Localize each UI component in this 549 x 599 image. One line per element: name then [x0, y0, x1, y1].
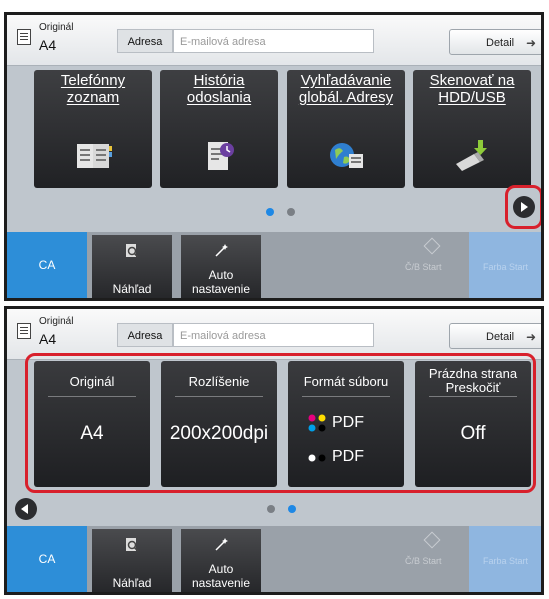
- bottom-action-bar: CA Náhľad Auto nastavenie Č/B Start Farba…: [7, 232, 541, 298]
- tile-scan-to-hdd-usb[interactable]: Skenovať na HDD/USB: [413, 70, 531, 188]
- header-bar: Originál A4 Adresa E-mailová adresa Deta…: [7, 15, 541, 66]
- tile-global-address-search[interactable]: Vyhľadávanie globál. Adresy: [287, 70, 405, 188]
- copy-settings-screen: Originál A4 Adresa E-mailová adresa Deta…: [4, 306, 544, 595]
- setting-label: Rozlíšenie: [188, 374, 250, 389]
- setting-original[interactable]: Originál A4: [34, 361, 150, 487]
- setting-label: Formát súboru: [303, 374, 389, 389]
- setting-label: Prázdna strana Preskočiť: [428, 366, 518, 395]
- address-label[interactable]: Adresa: [117, 323, 173, 347]
- next-page-icon[interactable]: [513, 196, 535, 218]
- color-start-label: Farba Start: [483, 262, 529, 272]
- original-value[interactable]: A4: [39, 37, 56, 53]
- auto-setting-label: Auto nastavenie: [191, 562, 251, 590]
- original-label: Originál: [39, 22, 74, 33]
- divider: [175, 396, 263, 397]
- magic-wand-icon: [215, 538, 228, 551]
- magic-wand-icon: [215, 244, 228, 257]
- copy-home-screen: Originál A4 Adresa E-mailová adresa Deta…: [4, 12, 544, 301]
- setting-resolution[interactable]: Rozlíšenie 200x200dpi: [161, 361, 277, 487]
- setting-value: 200x200dpi: [169, 423, 269, 444]
- tile-label: Skenovať na HDD/USB: [429, 72, 515, 106]
- color-dots-icon: [308, 414, 326, 432]
- page-dot[interactable]: [287, 208, 295, 216]
- color-start-button[interactable]: Farba Start: [469, 232, 541, 298]
- auto-setting-button[interactable]: Auto nastavenie: [181, 529, 261, 592]
- setting-label: Originál: [69, 374, 115, 389]
- bottom-action-bar: CA Náhľad Auto nastavenie Č/B Start Farba…: [7, 526, 541, 592]
- setting-file-format[interactable]: Formát súboru PDF PDF: [288, 361, 404, 487]
- address-book-icon: [77, 144, 112, 168]
- page-dot-active[interactable]: [288, 505, 296, 513]
- auto-setting-button[interactable]: Auto nastavenie: [181, 235, 261, 298]
- detail-label: Detail: [486, 37, 515, 49]
- preview-icon: [126, 538, 139, 552]
- previous-page-icon[interactable]: [15, 498, 37, 520]
- tile-label: História odoslania: [186, 72, 252, 106]
- detail-label: Detail: [486, 331, 515, 343]
- divider: [302, 396, 390, 397]
- email-address-input[interactable]: E-mailová adresa: [173, 323, 374, 347]
- auto-setting-label: Auto nastavenie: [191, 268, 251, 296]
- bw-start-label: Č/B Start: [405, 556, 442, 566]
- global-search-icon: [330, 143, 363, 168]
- divider: [429, 396, 517, 397]
- preview-label: Náhľad: [112, 576, 152, 590]
- color-start-button[interactable]: Farba Start: [469, 526, 541, 592]
- preview-button[interactable]: Náhľad: [92, 529, 172, 592]
- preview-icon: [126, 244, 139, 258]
- color-start-label: Farba Start: [483, 556, 529, 566]
- preview-label: Náhľad: [112, 282, 152, 296]
- send-history-icon: [208, 142, 234, 170]
- preview-button[interactable]: Náhľad: [92, 235, 172, 298]
- color-format-value: PDF: [332, 414, 364, 431]
- tile-send-history[interactable]: História odoslania: [160, 70, 278, 188]
- email-address-input[interactable]: E-mailová adresa: [173, 29, 374, 53]
- address-label[interactable]: Adresa: [117, 29, 173, 53]
- start-icon: [423, 237, 441, 255]
- arrow-right-icon: ➜: [525, 36, 536, 50]
- setting-value: A4: [80, 423, 104, 444]
- detail-button[interactable]: Detail ➜: [449, 29, 541, 55]
- clear-all-button[interactable]: CA: [7, 526, 87, 592]
- start-icon: [423, 531, 441, 549]
- setting-value: Off: [460, 423, 486, 444]
- tile-address-book[interactable]: Telefónny zoznam: [34, 70, 152, 188]
- tile-label: Telefónny zoznam: [60, 72, 126, 106]
- original-document-icon: [17, 323, 31, 339]
- original-value[interactable]: A4: [39, 331, 56, 347]
- page-dot-active[interactable]: [266, 208, 274, 216]
- original-document-icon: [17, 29, 31, 45]
- bw-start-button[interactable]: Č/B Start: [395, 232, 469, 298]
- bw-start-button[interactable]: Č/B Start: [395, 526, 469, 592]
- arrow-right-icon: ➜: [525, 330, 536, 344]
- page-dot[interactable]: [267, 505, 275, 513]
- divider: [48, 396, 136, 397]
- bw-start-label: Č/B Start: [405, 262, 442, 272]
- bw-dots-icon: [308, 454, 326, 462]
- bw-format-value: PDF: [332, 448, 364, 465]
- original-label: Originál: [39, 316, 74, 327]
- tile-label: Vyhľadávanie globál. Adresy: [298, 72, 394, 106]
- clear-all-button[interactable]: CA: [7, 232, 87, 298]
- detail-button[interactable]: Detail ➜: [449, 323, 541, 349]
- setting-blank-page-skip[interactable]: Prázdna strana Preskočiť Off: [415, 361, 531, 487]
- usb-download-icon: [456, 140, 487, 171]
